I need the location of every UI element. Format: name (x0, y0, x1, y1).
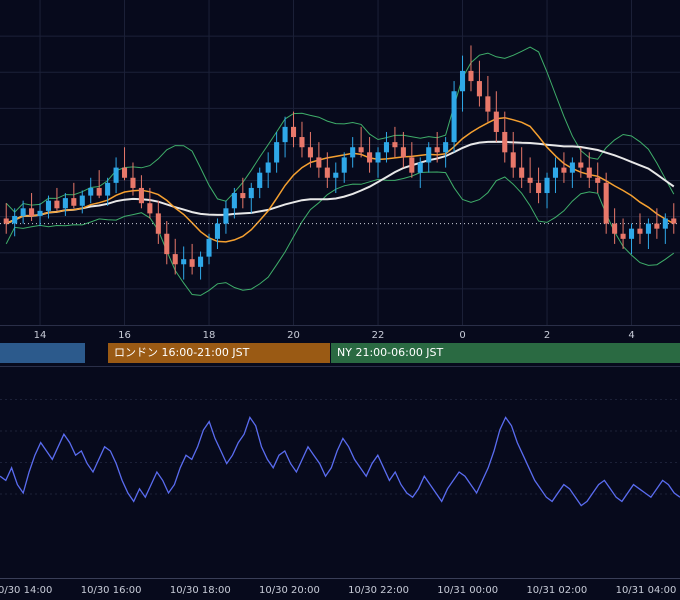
candle (274, 131, 280, 173)
candle (645, 218, 651, 250)
candle (426, 142, 432, 173)
candle (299, 121, 305, 158)
candle (552, 157, 559, 194)
candle (164, 221, 170, 265)
session-band (0, 343, 85, 363)
candle (96, 170, 102, 199)
osc-x-tick: 10/30 20:00 (259, 585, 320, 596)
candle (240, 177, 246, 209)
candle (468, 45, 474, 92)
candle (510, 131, 516, 178)
price-x-tick: 18 (203, 330, 216, 341)
price-x-tick: 20 (287, 330, 300, 341)
candle (459, 55, 466, 112)
candle (189, 243, 195, 275)
oscillator-chart (0, 399, 680, 507)
price-chart (0, 0, 680, 325)
candle (367, 137, 373, 173)
candle (409, 142, 415, 178)
candle (37, 203, 43, 227)
candle (485, 75, 491, 122)
price-x-tick: 0 (459, 330, 465, 341)
oscillator-x-axis: 10/30 14:00 10/30 16:00 10/30 18:00 10/30 2… (0, 585, 677, 596)
candle (12, 208, 18, 237)
candle (290, 111, 297, 148)
candle (375, 147, 381, 178)
candle (637, 213, 643, 244)
candle (79, 190, 85, 214)
osc-x-tick: 10/31 02:00 (526, 585, 587, 596)
candle (265, 152, 271, 188)
candle (257, 167, 263, 199)
candle (476, 60, 482, 107)
osc-x-tick: 10/30 18:00 (170, 585, 231, 596)
candle (671, 203, 677, 234)
candle (248, 182, 254, 214)
price-x-tick: 4 (628, 330, 634, 341)
candle (383, 131, 390, 163)
osc-x-tick: 10/31 04:00 (616, 585, 677, 596)
candle (71, 182, 77, 209)
candle (62, 193, 68, 216)
osc-x-tick: 10/30 14:00 (0, 585, 52, 596)
candle (181, 246, 187, 280)
candle (569, 157, 575, 188)
candle (544, 172, 550, 209)
price-x-tick: 2 (544, 330, 550, 341)
candle (341, 152, 347, 183)
chart-root: 14 16 18 20 22 0 2 4 ロンドン 16:00-21:00 JST NY 21:… (0, 0, 680, 600)
candle (561, 152, 567, 183)
candle (612, 208, 618, 244)
price-x-tick: 16 (118, 330, 131, 341)
candle (214, 218, 221, 250)
candle (316, 142, 322, 178)
session-band: NY 21:00-06:00 JST (331, 343, 680, 363)
osc-x-tick: 10/30 16:00 (81, 585, 142, 596)
candle (3, 203, 9, 234)
candle (198, 251, 204, 280)
osc-x-tick: 10/30 22:00 (348, 585, 409, 596)
osc-x-tick: 10/31 00:00 (437, 585, 498, 596)
candle (493, 91, 499, 143)
sma-long-line (5, 140, 675, 225)
candle (451, 81, 457, 153)
candle (620, 218, 626, 250)
candle (400, 131, 406, 168)
candle (282, 116, 288, 158)
candle (54, 187, 60, 211)
candle (519, 147, 525, 188)
candle (121, 147, 128, 181)
candle (223, 200, 229, 234)
candle (502, 111, 508, 163)
session-band: ロンドン 16:00-21:00 JST (108, 343, 330, 363)
candle (113, 157, 119, 194)
candle (350, 137, 356, 168)
candle (536, 167, 542, 204)
price-x-tick: 14 (34, 330, 47, 341)
candle (527, 157, 533, 194)
candle (628, 223, 635, 255)
price-x-axis: 14 16 18 20 22 0 2 4 (34, 330, 635, 341)
candle (172, 238, 178, 275)
candle (88, 177, 94, 204)
candle (392, 126, 398, 158)
price-x-tick: 22 (372, 330, 385, 341)
candle (443, 137, 449, 168)
candle (358, 126, 364, 158)
candle (155, 200, 161, 244)
candle (595, 162, 601, 194)
